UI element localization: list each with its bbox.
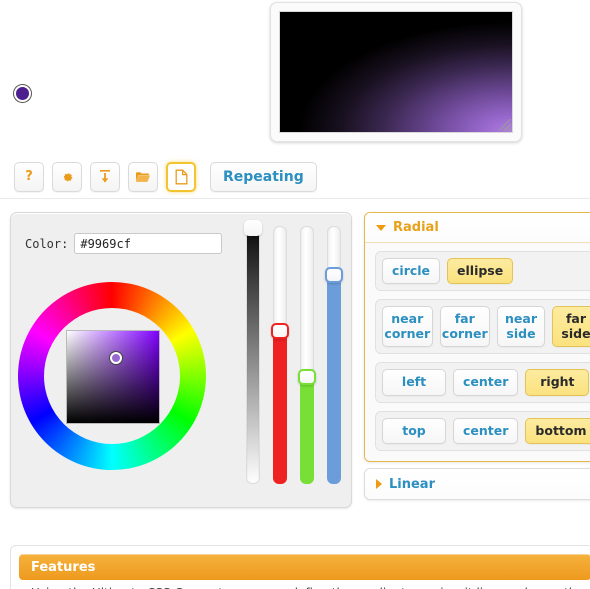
color-label: Color: <box>25 236 69 251</box>
radial-section-body: circle ellipse near corner far corner ne… <box>365 243 590 461</box>
new-document-button[interactable] <box>166 161 196 192</box>
radial-extent-far-corner[interactable]: far corner <box>439 306 490 348</box>
resize-grip-handle[interactable] <box>499 119 511 131</box>
red-slider-fill <box>273 331 287 484</box>
open-file-button[interactable] <box>128 161 158 192</box>
color-input[interactable] <box>74 233 223 254</box>
features-heading: Features <box>19 554 590 580</box>
radial-position-center-h[interactable]: center <box>453 369 519 396</box>
radial-vertical-group: top center bottom <box>375 410 590 451</box>
radial-extent-far-side[interactable]: far side <box>552 306 590 348</box>
radial-position-center-v[interactable]: center <box>453 417 519 444</box>
red-slider-handle[interactable] <box>271 323 289 339</box>
help-icon: ? <box>25 169 33 184</box>
hue-wheel-marker[interactable] <box>14 85 31 102</box>
saturation-value-square[interactable] <box>66 330 160 424</box>
radial-extent-near-corner[interactable]: near corner <box>382 306 433 348</box>
radial-extent-near-side[interactable]: near side <box>497 306 545 348</box>
green-slider[interactable] <box>298 226 316 484</box>
green-slider-handle[interactable] <box>298 369 316 385</box>
red-slider[interactable] <box>271 226 289 484</box>
blue-slider-fill <box>327 275 341 484</box>
radial-shape-group: circle ellipse <box>375 251 590 292</box>
radial-section: Radial circle ellipse near corner far co… <box>364 212 590 462</box>
import-icon <box>98 169 112 184</box>
radial-position-bottom[interactable]: bottom <box>525 417 590 444</box>
gradient-preview-surface <box>280 12 512 132</box>
chevron-right-icon <box>376 479 382 489</box>
brightness-slider-track[interactable] <box>246 226 260 484</box>
blue-slider[interactable] <box>325 226 343 484</box>
radial-section-title: Radial <box>393 220 439 235</box>
radial-section-header[interactable]: Radial <box>365 213 590 243</box>
radial-horizontal-group: left center right <box>375 362 590 403</box>
new-document-icon <box>175 169 188 185</box>
app-root: ? Repeating Color: #9969cf Radial circle… <box>0 0 590 589</box>
green-slider-fill <box>300 378 314 484</box>
main-toolbar: ? Repeating <box>0 155 590 199</box>
import-button[interactable] <box>90 161 120 192</box>
radial-position-left[interactable]: left <box>382 369 446 396</box>
chevron-down-icon <box>376 224 386 231</box>
radial-position-top[interactable]: top <box>382 417 446 444</box>
linear-section-title: Linear <box>389 476 435 492</box>
brightness-slider-handle[interactable] <box>244 220 262 236</box>
blue-slider-handle[interactable] <box>325 267 343 283</box>
brightness-slider[interactable] <box>244 220 262 484</box>
settings-gear-icon <box>60 170 74 184</box>
radial-extent-group: near corner far corner near side far sid… <box>375 299 590 355</box>
features-card: Features Using the Ultimate CSS Generato… <box>10 545 590 589</box>
radial-shape-ellipse[interactable]: ellipse <box>447 258 514 285</box>
linear-section: Linear <box>364 468 590 500</box>
radial-position-right[interactable]: right <box>525 369 590 396</box>
saturation-value-marker[interactable] <box>110 352 122 364</box>
gradient-preview-frame <box>270 2 522 142</box>
repeating-button[interactable]: Repeating <box>210 161 317 192</box>
linear-section-header[interactable]: Linear <box>365 469 590 499</box>
settings-button[interactable] <box>52 161 82 192</box>
open-folder-icon <box>135 170 151 183</box>
radial-shape-circle[interactable]: circle <box>382 258 441 285</box>
help-button[interactable]: ? <box>14 161 44 192</box>
gradient-preview-box[interactable] <box>279 11 513 133</box>
color-field-row: Color: <box>25 233 223 254</box>
